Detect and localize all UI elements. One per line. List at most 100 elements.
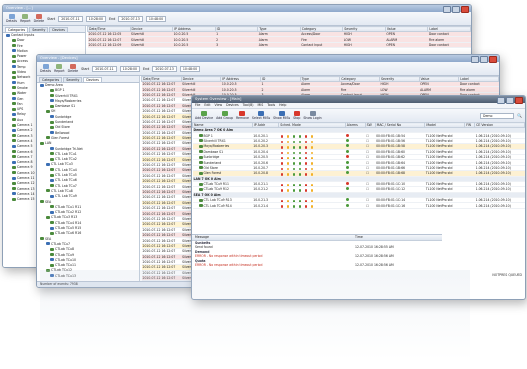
end-label: End (143, 66, 150, 71)
minimize-button[interactable] (497, 97, 505, 104)
maximize-button[interactable] (480, 56, 488, 63)
tree-node-label: Camera 2 (17, 128, 33, 133)
device-icon (12, 144, 16, 148)
device-icon (12, 97, 16, 101)
report-button[interactable]: Report (20, 14, 31, 23)
schedule-mode-cell (278, 170, 346, 177)
table-cell: 10.0.20.5 (172, 42, 216, 49)
status-led (310, 189, 314, 192)
start-date-field[interactable]: 2010-07-11 (92, 65, 117, 72)
tree-node-label: CTLab TCu8 (55, 247, 74, 252)
delete-button[interactable]: Delete (34, 14, 44, 23)
ip-address: 10.0.21.4 (252, 202, 279, 209)
tree-node-label: Camera 13 (17, 186, 35, 191)
minimize-button[interactable] (443, 6, 451, 13)
close-button[interactable] (489, 56, 497, 63)
tree-node-label: Gen (17, 96, 24, 101)
maximize-button[interactable] (452, 6, 460, 13)
alarm-icon (346, 187, 350, 191)
device-icon (12, 192, 16, 196)
tree-node-label: Bellwood (55, 130, 70, 135)
tree-node-label: CTL Lab TCu2 (55, 157, 77, 162)
search-field[interactable]: Demo (480, 112, 515, 119)
maximize-button[interactable] (506, 97, 514, 104)
close-button[interactable] (515, 97, 523, 104)
device-name-label: Glen Forest (203, 171, 222, 176)
device-icon (198, 198, 203, 202)
time-column-header: Time (355, 235, 363, 239)
alarm-indicator (345, 202, 366, 209)
menu-item[interactable]: File (195, 103, 200, 108)
start-time-field[interactable]: 10:28:00 (85, 15, 107, 22)
toolbar-button[interactable]: Show MISs (273, 111, 290, 120)
menu-item[interactable]: Tool(B) (243, 103, 254, 108)
device-icon (50, 94, 54, 98)
end-date-field[interactable]: 2010-07-13 (152, 65, 177, 72)
tree-node-label: Camera 6 (17, 149, 33, 154)
tab-severity[interactable]: Severity (29, 27, 49, 32)
search-icon[interactable]: 🔍 (517, 113, 522, 118)
menu-item[interactable]: Tools (267, 103, 275, 108)
menu-item[interactable]: Devices (226, 103, 239, 108)
toolbar-button-label: Show MISs (273, 116, 291, 120)
close-button[interactable] (461, 6, 469, 13)
tree-node-label: CTLab TCu7 (51, 241, 70, 246)
table-cell: 2010-07-12 16:12:07 (141, 216, 182, 223)
details-button[interactable]: Details (6, 14, 17, 23)
tab-severity[interactable]: Severity (63, 77, 83, 82)
fw-flag (464, 202, 475, 209)
device-icon (50, 115, 54, 119)
message-time: 12-07-2010 16:28:55 AM (355, 245, 394, 250)
tree-node-label: CTLab TCu5 R15 (55, 226, 82, 231)
end-time-field[interactable]: 10:48:00 (179, 65, 201, 72)
toolbar-button[interactable]: Show Login (303, 111, 322, 120)
status-led (298, 173, 302, 175)
toolbar-button[interactable]: Add Device (195, 111, 213, 120)
ce-version: 1.06.214 (2010-09-10) (474, 202, 525, 209)
device-icon (12, 150, 16, 154)
device-icon (198, 182, 203, 186)
delete-button[interactable]: Delete (68, 64, 78, 73)
menu-item[interactable]: Help (279, 103, 286, 108)
start-date-field[interactable]: 2010-07-11 (58, 15, 83, 22)
menu-item[interactable]: View (215, 103, 223, 108)
sw-checkbox[interactable]: ☐ (365, 202, 376, 209)
toolbar-button[interactable]: Remove (236, 111, 249, 120)
toolbar-button[interactable]: Add Group (216, 111, 233, 120)
group-title: Demo Area (193, 128, 214, 133)
table-cell: 2010-07-12 16:12:07 (141, 200, 182, 207)
tab-categories[interactable]: Categories (5, 27, 29, 32)
toolbar-button[interactable]: Stop (293, 111, 300, 120)
table-cell: 2010-07-12 16:12:07 (141, 210, 182, 217)
report-button[interactable]: Report (54, 64, 65, 73)
table-row[interactable]: 2010-07-12 16:12:09 Silverhill 10.0.20.5 3 A… (87, 42, 471, 49)
message-time: 12-07-2010 16:28:56 AM (355, 254, 394, 259)
table-cell: 2010-07-12 16:12:07 (141, 92, 182, 99)
end-date-field[interactable]: 2010-07-13 (118, 15, 143, 22)
menu-item[interactable]: MIS (258, 103, 264, 108)
device-icon (50, 210, 54, 214)
toolbar-button-label: Add Group (216, 116, 233, 120)
minimize-button[interactable] (471, 56, 479, 63)
message-column-header: Message (195, 235, 209, 239)
tab-devices[interactable]: Devices (83, 77, 102, 82)
device-icon (50, 120, 54, 124)
tree-node-label: Maya/Rosberries (55, 98, 82, 103)
device-icon (50, 88, 54, 92)
tab-devices[interactable]: Devices (49, 27, 68, 32)
toolbar-button[interactable]: Select MISs (252, 111, 270, 120)
tree-node-label: SEA (45, 199, 52, 204)
message-row[interactable]: ERROR - No response within timeout perio… (192, 263, 442, 268)
device-icon (12, 176, 16, 180)
menu-item[interactable]: Edit (204, 103, 210, 108)
tree-node-label: Demo Area (45, 83, 63, 87)
device-icon (198, 134, 203, 138)
tab-categories[interactable]: Categories (39, 77, 63, 82)
device-row[interactable]: CTL Lab TCu9 R14 10.0.21.4 ☐ 00:00:FB:01:1C… (192, 202, 525, 209)
alarm-icon (346, 138, 350, 142)
start-time-field[interactable]: 10:28:00 (119, 65, 141, 72)
device-icon (50, 125, 54, 129)
details-button[interactable]: Details (40, 64, 51, 73)
tree-node-label: SEA (45, 236, 52, 241)
end-time-field[interactable]: 10:48:00 (145, 15, 167, 22)
